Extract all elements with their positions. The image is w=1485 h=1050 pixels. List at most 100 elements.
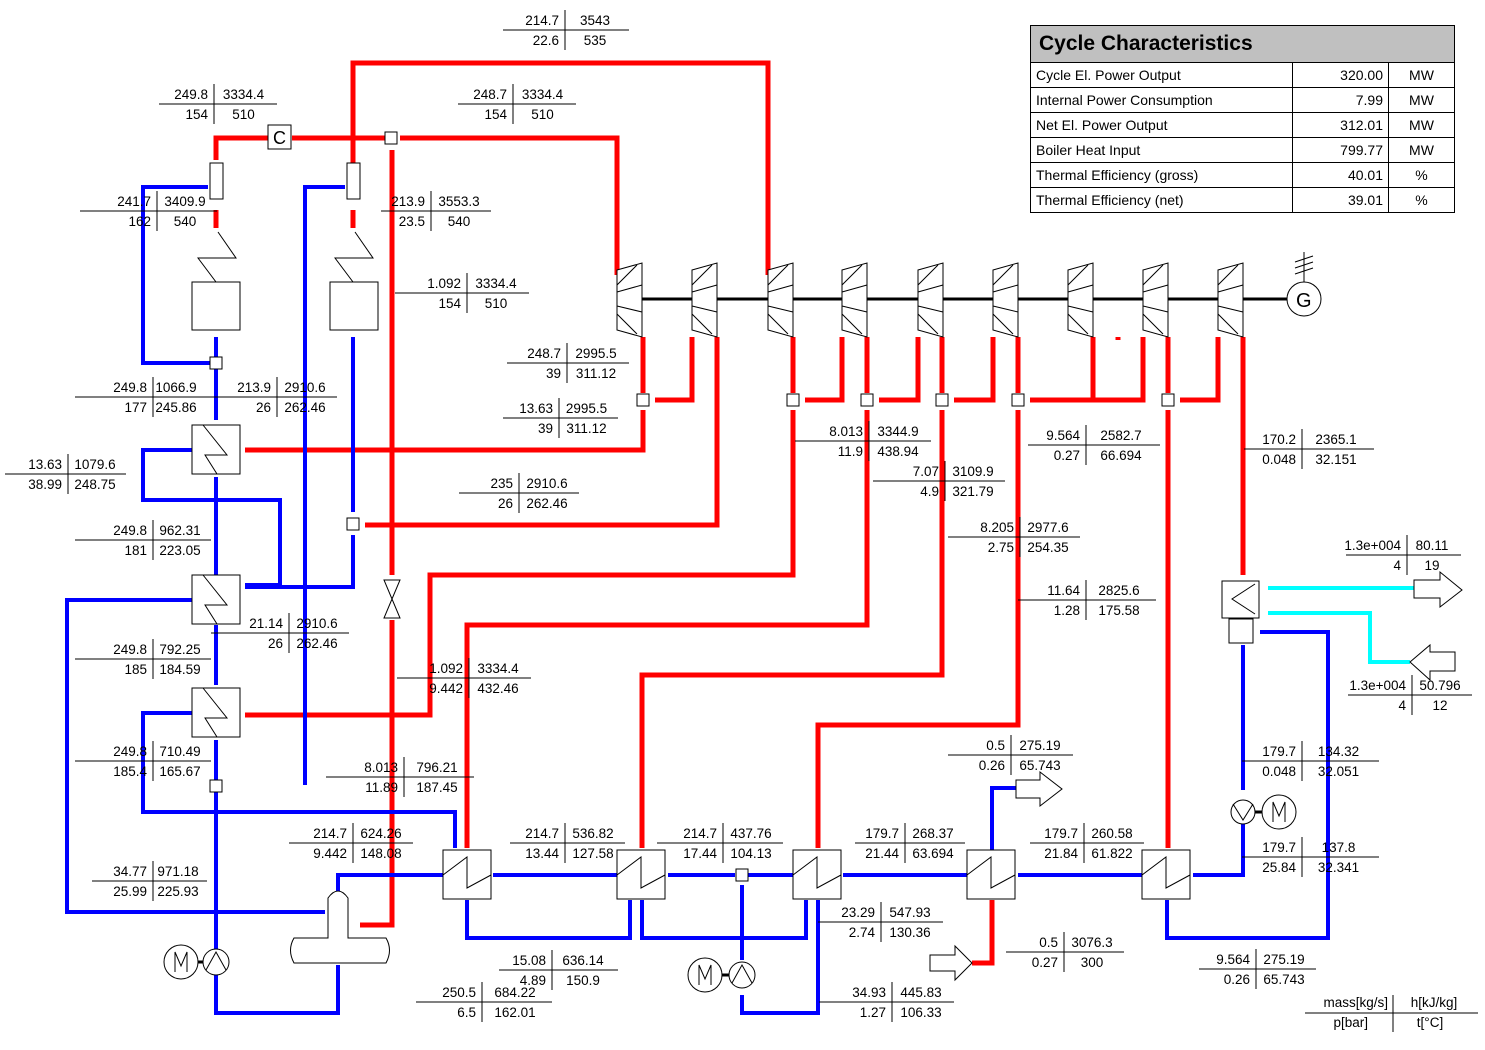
- temperature-value: 162.01: [494, 1005, 535, 1020]
- sink-lp[interactable]: [1015, 770, 1063, 808]
- enthalpy-value: 792.25: [159, 642, 200, 657]
- state-point-label: 13.63 1079.6 38.99 248.75: [5, 454, 126, 494]
- enthalpy-value: 3344.9: [877, 424, 918, 439]
- boiler-1[interactable]: [191, 281, 241, 331]
- enthalpy-value: 796.21: [416, 760, 457, 775]
- pressure-value: 154: [438, 296, 461, 311]
- mass-value: 214.7: [525, 826, 559, 841]
- pressure-value: 9.442: [313, 846, 347, 861]
- lp-heater-3[interactable]: [792, 849, 842, 900]
- throttle-valve[interactable]: [383, 579, 401, 619]
- splitter-t5[interactable]: [935, 393, 949, 407]
- turbine-stage-1[interactable]: [616, 262, 643, 338]
- table-title: Cycle Characteristics: [1030, 25, 1455, 63]
- row-label: Net El. Power Output: [1030, 112, 1293, 138]
- pressure-value: 2.74: [849, 925, 876, 940]
- hp-heater-2[interactable]: [191, 574, 241, 625]
- state-point-label: 249.8 1066.9 177 245.86: [75, 377, 203, 417]
- steam-source[interactable]: [929, 944, 973, 982]
- lp-heater-4[interactable]: [966, 849, 1016, 900]
- temperature-value: 12: [1432, 698, 1447, 713]
- turbine-stage-4[interactable]: [841, 262, 868, 338]
- splitter-fw-pump[interactable]: [209, 779, 223, 793]
- pipe-source-steam: [972, 900, 995, 966]
- enthalpy-value: 445.83: [900, 985, 941, 1000]
- mass-value: 249.8: [113, 642, 147, 657]
- turbine-stage-6[interactable]: [992, 262, 1019, 338]
- temperature-value: 63.694: [912, 846, 954, 861]
- table-row: Thermal Efficiency (net) 39.01%: [1030, 187, 1455, 213]
- cw-outlet-sink[interactable]: [1413, 570, 1463, 609]
- pressure-value: 1.28: [1054, 603, 1080, 618]
- feedwater-pump[interactable]: [202, 948, 230, 976]
- mass-value: 248.7: [527, 346, 561, 361]
- turbine-stage-8[interactable]: [1142, 262, 1169, 338]
- pressure-value: 2.75: [988, 540, 1014, 555]
- turbine-stage-2[interactable]: [691, 262, 718, 338]
- enthalpy-value: 2910.6: [296, 616, 337, 631]
- mass-value: 1.092: [429, 661, 463, 676]
- enthalpy-value: 3334.4: [477, 661, 519, 676]
- state-point-label: 8.013 796.21 11.89 187.45: [326, 757, 474, 797]
- mass-value: 8.013: [364, 760, 398, 775]
- condenser[interactable]: [1221, 580, 1260, 644]
- turbine-stage-7[interactable]: [1067, 262, 1094, 338]
- row-value: 320.00: [1292, 62, 1389, 88]
- state-point-label: 249.8 792.25 185 184.59: [75, 639, 211, 679]
- enthalpy-value: 1066.9: [155, 380, 196, 395]
- pressure-value: 0.26: [979, 758, 1005, 773]
- lp-heater-1[interactable]: [442, 849, 492, 900]
- turbine-stage-9[interactable]: [1217, 262, 1244, 338]
- state-point-label: 13.63 2995.5 39 311.12: [503, 398, 618, 438]
- temperature-value: 150.9: [566, 973, 600, 988]
- state-point-label: 213.9 2910.6 26 262.46: [200, 377, 337, 417]
- condensate-pump[interactable]: [1230, 799, 1256, 825]
- table-row: Thermal Efficiency (gross) 40.01%: [1030, 162, 1455, 188]
- drain-pump[interactable]: [728, 961, 756, 989]
- mass-value: 21.14: [249, 616, 283, 631]
- splitter-hp[interactable]: [636, 393, 650, 407]
- pressure-value: 11.9: [838, 444, 863, 459]
- state-point-label: 179.7 134.32 0.048 32.051: [1242, 741, 1379, 781]
- pressure-value: 0.27: [1032, 955, 1058, 970]
- hp-heater-1[interactable]: [191, 424, 241, 475]
- cw-inlet-source[interactable]: [1409, 643, 1456, 682]
- splitter-boiler1[interactable]: [209, 356, 223, 370]
- turbine-stage-3[interactable]: [767, 262, 794, 338]
- lp-heater-5[interactable]: [1141, 849, 1191, 900]
- splitter-t3[interactable]: [786, 393, 800, 407]
- splitter-t6[interactable]: [1011, 393, 1025, 407]
- enthalpy-value: 636.14: [562, 953, 604, 968]
- pipe-sh-left-up: [213, 135, 268, 160]
- hp-heater-3[interactable]: [191, 687, 241, 738]
- mass-value: 34.93: [852, 985, 886, 1000]
- mass-value: 13.63: [519, 401, 553, 416]
- turbine-stage-5[interactable]: [917, 262, 944, 338]
- attemperator-1[interactable]: [209, 162, 224, 200]
- attemperator-2[interactable]: [346, 162, 361, 200]
- splitter-main[interactable]: [384, 131, 398, 145]
- condensate-motor: [1255, 794, 1297, 830]
- temperature-value: 106.33: [900, 1005, 941, 1020]
- pipe-t5-to-t6: [954, 337, 996, 403]
- pipe-t4-to-t5: [879, 337, 921, 403]
- table-row: Net El. Power Output 312.01 MW: [1030, 112, 1455, 138]
- mixer-bypass[interactable]: [346, 517, 360, 531]
- lp-heater-2[interactable]: [616, 849, 666, 900]
- state-point-label: 241.7 3409.9 162 540: [80, 191, 217, 231]
- state-point-label: 34.93 445.83 1.27 106.33: [819, 982, 954, 1022]
- splitter-t4[interactable]: [860, 393, 874, 407]
- state-point-label: 1.3e+004 50.796 4 12: [1348, 675, 1472, 715]
- boiler-2[interactable]: [329, 281, 379, 331]
- mixer-lp[interactable]: [735, 868, 749, 882]
- state-point-label: 23.29 547.93 2.74 130.36: [818, 902, 943, 942]
- state-point-label: 170.2 2365.1 0.048 32.151: [1244, 429, 1374, 469]
- temperature-value: 148.08: [360, 846, 401, 861]
- row-label: Thermal Efficiency (gross): [1030, 162, 1293, 188]
- temperature-value: 535: [584, 33, 607, 48]
- state-point-label: 11.64 2825.6 1.28 175.58: [1018, 580, 1156, 620]
- pressure-value: 21.44: [865, 846, 899, 861]
- state-point-label: 1.092 3334.4 154 510: [395, 273, 529, 313]
- splitter-t8[interactable]: [1161, 393, 1175, 407]
- generator[interactable]: G: [1286, 252, 1322, 317]
